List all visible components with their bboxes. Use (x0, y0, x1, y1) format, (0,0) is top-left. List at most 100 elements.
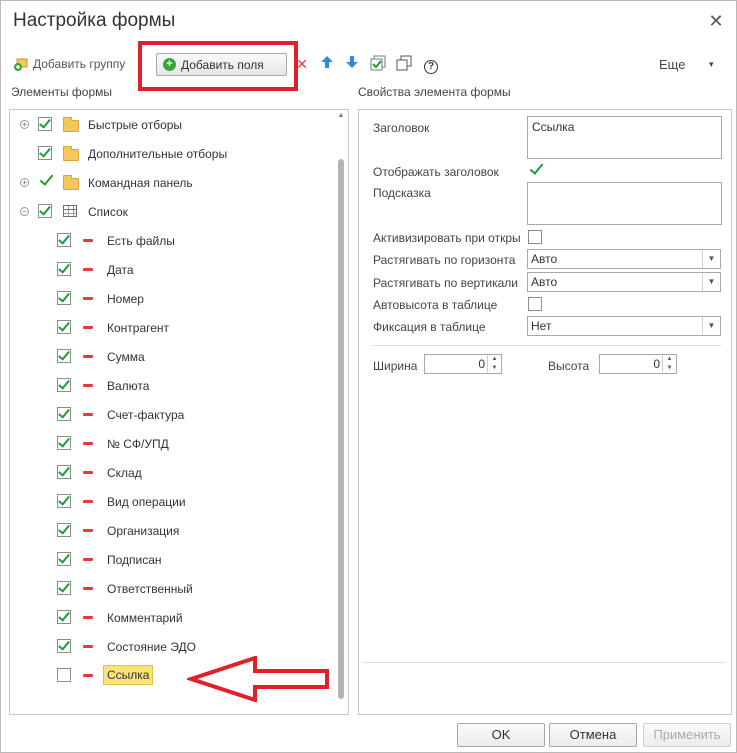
checkbox[interactable] (38, 145, 52, 160)
properties-header: Свойства элемента формы (358, 85, 511, 99)
field-minus-icon (83, 616, 93, 619)
field-minus-icon (83, 587, 93, 590)
check-all-button[interactable] (369, 49, 387, 79)
scroll-thumb[interactable] (338, 159, 344, 699)
tree-item-label: Сумма (107, 350, 145, 364)
checkbox[interactable] (57, 580, 71, 595)
copy-icon (395, 55, 413, 73)
show-title-label: Отображать заголовок (373, 165, 499, 179)
add-group-button[interactable]: Добавить группу (13, 49, 125, 79)
field-minus-icon (83, 500, 93, 503)
checkbox[interactable] (57, 377, 71, 392)
elements-header: Элементы формы (11, 85, 113, 99)
scroll-up-icon[interactable]: ▲ (337, 111, 345, 121)
checkbox[interactable] (57, 348, 71, 363)
field-minus-icon (83, 268, 93, 271)
checkbox[interactable] (57, 435, 71, 450)
hint-input[interactable] (527, 182, 722, 225)
height-value: 0 (653, 357, 660, 371)
checkbox[interactable] (57, 464, 71, 479)
chevron-down-icon[interactable]: ▼ (702, 273, 720, 291)
field-minus-icon (83, 529, 93, 532)
autoheight-checkbox[interactable] (528, 297, 542, 311)
stretch-v-select[interactable]: Авто ▼ (527, 272, 721, 292)
activate-checkbox[interactable] (528, 230, 542, 244)
spinner-arrows-icon[interactable]: ▲ ▼ (662, 355, 676, 373)
checkbox[interactable] (57, 290, 71, 305)
arrow-up-icon (318, 55, 336, 73)
field-minus-icon (83, 413, 93, 416)
fix-label: Фиксация в таблице (373, 320, 486, 334)
expand-icon[interactable]: + (20, 178, 29, 187)
height-spinner[interactable]: 0 ▲ ▼ (599, 354, 677, 374)
red-arrow-annotation (187, 656, 329, 702)
tree-item-label: Ответственный (107, 582, 193, 596)
tree-item-label: Вид операции (107, 495, 186, 509)
chevron-down-icon[interactable]: ▼ (702, 250, 720, 268)
close-icon[interactable]: ✕ (705, 10, 727, 32)
cancel-button[interactable]: Отмена (549, 723, 637, 747)
divider (373, 345, 721, 346)
move-down-button[interactable] (343, 49, 361, 79)
table-icon (63, 205, 77, 217)
form-settings-window: Настройка формы ✕ Добавить группу + Доба… (0, 0, 737, 753)
checkbox[interactable] (57, 609, 71, 624)
more-caret-icon[interactable]: ▾ (709, 49, 714, 79)
stretch-h-label: Растягивать по горизонта (373, 253, 516, 267)
height-label: Высота (548, 359, 590, 373)
tree-item-label: Состояние ЭДО (107, 640, 196, 654)
tree-item-label: № СФ/УПД (107, 437, 169, 451)
checkbox[interactable] (38, 203, 52, 218)
fix-select[interactable]: Нет ▼ (527, 316, 721, 336)
field-minus-icon (83, 471, 93, 474)
checkbox[interactable] (57, 668, 71, 682)
folder-icon (63, 175, 79, 190)
checkbox[interactable] (57, 522, 71, 537)
more-button[interactable]: Еще (659, 49, 685, 79)
expand-icon[interactable]: + (20, 120, 29, 129)
checkbox[interactable] (57, 261, 71, 276)
help-button[interactable]: ? (422, 49, 440, 79)
field-minus-icon (83, 645, 93, 648)
tree-item-label: Валюта (107, 379, 150, 393)
divider (363, 662, 725, 663)
tree-item-label: Дата (107, 263, 134, 277)
checkbox[interactable] (57, 493, 71, 508)
checkbox[interactable] (57, 551, 71, 566)
title-input[interactable]: Ссылка (527, 116, 722, 159)
field-minus-icon (83, 239, 93, 242)
stretch-v-label: Растягивать по вертикали (373, 276, 519, 290)
ok-button[interactable]: OK (457, 723, 545, 747)
apply-button[interactable]: Применить (643, 723, 731, 747)
field-minus-icon (83, 674, 93, 677)
chevron-down-icon[interactable]: ▼ (702, 317, 720, 335)
tree-item-label: Ссылка (103, 665, 154, 685)
checkbox[interactable] (57, 232, 71, 247)
tree-item-label: Счет-фактура (107, 408, 185, 422)
stretch-h-select[interactable]: Авто ▼ (527, 249, 721, 269)
activate-label: Активизировать при откры (373, 231, 521, 245)
tree-item-label: Подписан (107, 553, 162, 567)
field-minus-icon (83, 326, 93, 329)
tree-item-label: Контрагент (107, 321, 170, 335)
tree-item-label: Комментарий (107, 611, 183, 625)
highlight-box (138, 41, 298, 91)
window-title: Настройка формы (13, 10, 176, 31)
spinner-arrows-icon[interactable]: ▲ ▼ (487, 355, 501, 373)
add-group-icon (13, 56, 29, 72)
checkbox[interactable] (57, 638, 71, 653)
checkbox[interactable] (57, 406, 71, 421)
collapse-icon[interactable]: − (20, 207, 29, 216)
tree-item-label: Есть файлы (107, 234, 175, 248)
checkbox[interactable] (57, 319, 71, 334)
help-glyph: ? (424, 60, 438, 74)
uncheck-all-button[interactable] (395, 49, 413, 79)
move-up-button[interactable] (318, 49, 336, 79)
stretch-v-value: Авто (531, 275, 558, 289)
tree-scrollbar[interactable]: ▲ (337, 111, 345, 711)
checkbox[interactable] (38, 116, 52, 131)
width-spinner[interactable]: 0 ▲ ▼ (424, 354, 502, 374)
tree-item-label: Дополнительные отборы (88, 147, 228, 161)
width-value: 0 (478, 357, 485, 371)
width-label: Ширина (373, 359, 418, 373)
